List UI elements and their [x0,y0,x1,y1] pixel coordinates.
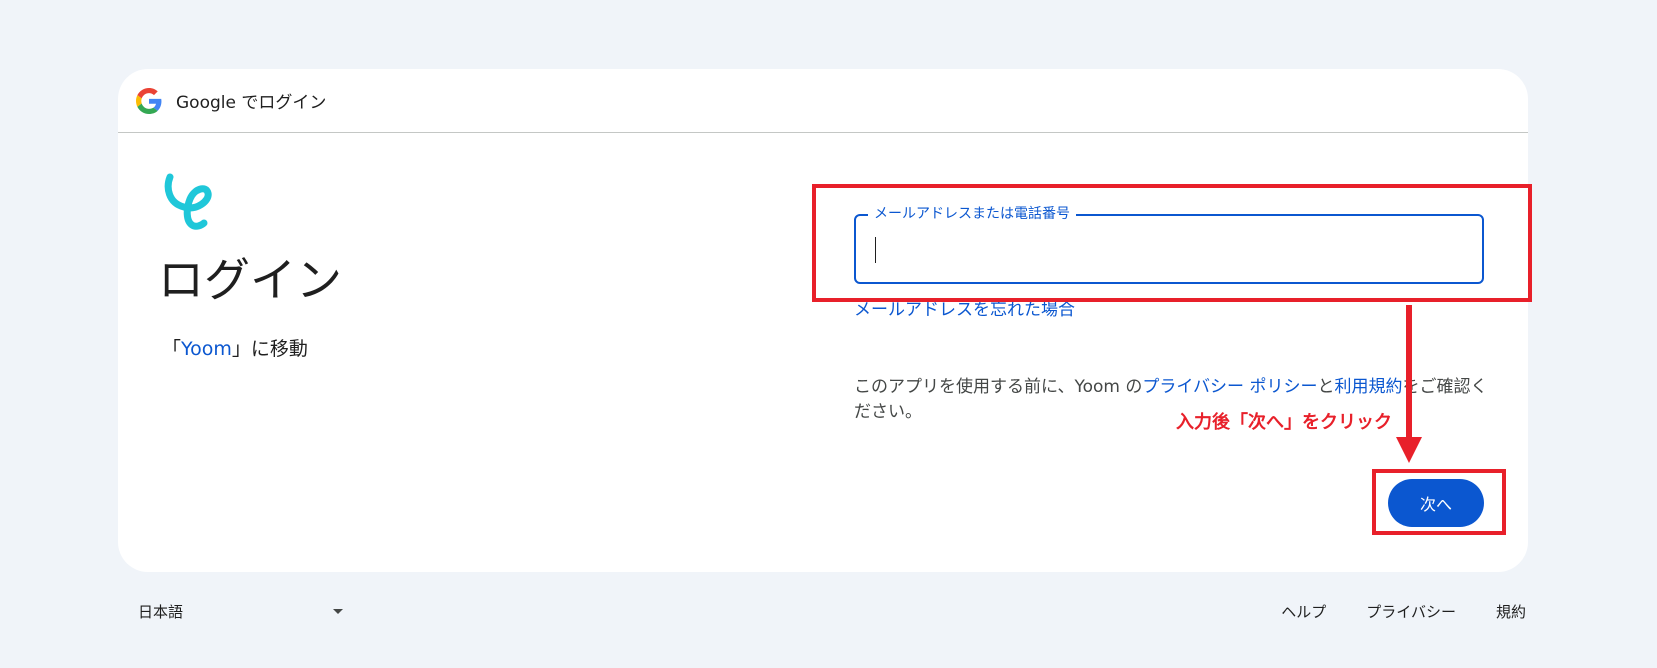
chevron-down-icon [333,609,344,614]
google-logo-icon [136,87,162,114]
language-select[interactable]: 日本語 [138,601,344,622]
subtitle: 「Yoom」に移動 [162,334,342,361]
yoom-logo-icon [164,173,212,230]
annotation-highlight-email [812,184,1532,302]
annotation-arrow-icon [1396,305,1422,463]
footer-link-privacy[interactable]: プライバシー [1366,601,1456,622]
sign-in-card: Google でログイン ログイン 「Yoom」に移動 メールアドレスまたは電話… [118,69,1528,572]
subtitle-suffix: 」に移動 [231,338,308,361]
consent-prefix: このアプリを使用する前に、Yoom の [854,377,1143,397]
terms-link[interactable]: 利用規約 [1334,377,1402,397]
left-panel: ログイン 「Yoom」に移動 [158,173,342,361]
consent-and: と [1317,377,1335,397]
footer-link-help[interactable]: ヘルプ [1281,601,1326,622]
footer-links: ヘルプ プライバシー 規約 [1281,601,1526,622]
annotation-highlight-next [1372,469,1506,535]
language-label: 日本語 [138,603,184,621]
privacy-policy-link[interactable]: プライバシー ポリシー [1142,377,1317,397]
annotation-text: 入力後「次へ」をクリック [1176,412,1392,433]
subtitle-prefix: 「 [162,338,182,361]
footer-link-terms[interactable]: 規約 [1496,601,1526,622]
page-title: ログイン [158,253,342,307]
app-name-link[interactable]: Yoom [181,338,232,360]
card-header: Google でログイン [118,69,1528,133]
header-title: Google でログイン [176,93,327,113]
